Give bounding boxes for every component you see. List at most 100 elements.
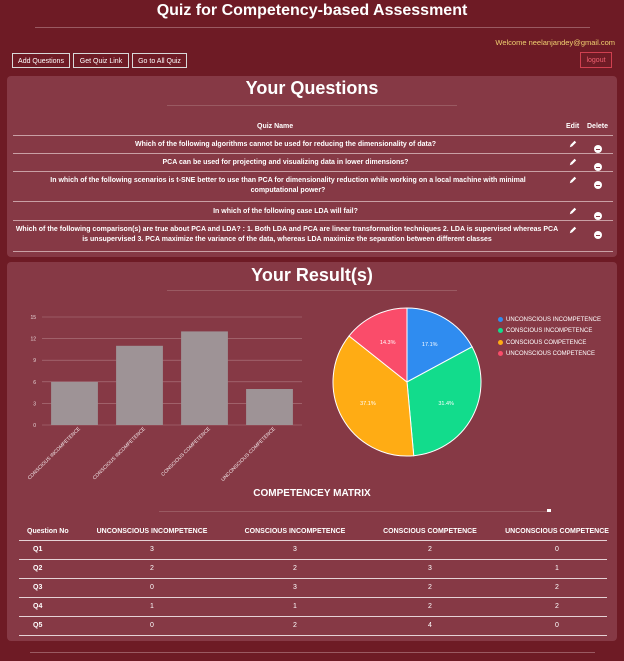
welcome-text: Welcome neelanjandey@gmail.com (495, 38, 615, 47)
matrix-column-header: CONSCIOUS INCOMPETENCE (244, 528, 346, 535)
y-tick-label: 3 (33, 401, 36, 407)
legend-label: UNCONSCIOUS INCOMPETENCE (506, 317, 602, 324)
legend-item[interactable]: CONSCIOUS INCOMPETENCE (498, 328, 592, 334)
matrix-cell: 1 (150, 603, 154, 610)
x-tick-label: UNCONSCIOUS COMPETENCE (220, 426, 277, 482)
question-text: Which of the following algorithms cannot… (134, 141, 436, 148)
matrix-cell: 1 (293, 603, 297, 610)
matrix-cell: 2 (293, 565, 297, 572)
matrix-title: COMPETENCEY MATRIX (253, 488, 371, 499)
y-tick-label: 0 (33, 423, 36, 429)
questions-title-divider (167, 105, 457, 106)
matrix-cell: 3 (293, 584, 297, 591)
legend-swatch (498, 351, 503, 356)
matrix-row-divider (19, 597, 607, 598)
bar[interactable] (181, 331, 228, 425)
y-tick-label: 6 (33, 380, 36, 386)
matrix-row-divider (19, 635, 607, 636)
results-section-title: Your Result(s) (251, 265, 373, 285)
matrix-cell: 2 (555, 584, 559, 591)
legend-item[interactable]: UNCONSCIOUS COMPETENCE (498, 351, 595, 357)
results-title-divider (167, 290, 457, 291)
edit-icon[interactable] (569, 140, 577, 148)
matrix-divider (159, 511, 549, 512)
table-row: In which of the following scenarios is t… (13, 171, 613, 202)
table-row: In which of the following case LDA will … (13, 201, 613, 221)
pie-chart: 17.1% 31.4% 37.1% 14.3% (332, 307, 482, 457)
question-text: In which of the following scenarios is t… (50, 177, 526, 194)
delete-icon[interactable] (594, 145, 602, 153)
delete-icon[interactable] (594, 163, 602, 171)
legend-item[interactable]: CONSCIOUS COMPETENCE (498, 340, 586, 346)
matrix-row-divider (19, 616, 607, 617)
go-to-all-quiz-button[interactable]: Go to All Quiz (132, 53, 187, 68)
matrix-row-divider (19, 540, 607, 541)
edit-icon[interactable] (569, 226, 577, 234)
pie-value-label: 37.1% (360, 401, 376, 407)
matrix-cell: 1 (555, 565, 559, 572)
footer-divider (30, 652, 595, 653)
matrix-cell: 0 (555, 546, 559, 553)
legend-swatch (498, 317, 503, 322)
matrix-cell: 0 (150, 622, 154, 629)
pie-value-label: 31.4% (438, 401, 454, 407)
matrix-cell: 4 (428, 622, 432, 629)
legend-label: CONSCIOUS INCOMPETENCE (506, 328, 593, 335)
question-text: PCA can be used for projecting and visua… (162, 159, 409, 166)
matrix-cell: 3 (293, 546, 297, 553)
column-header-delete: Delete (587, 123, 609, 130)
matrix-column-header: UNCONSCIOUS INCOMPETENCE (96, 528, 208, 535)
matrix-cell: 2 (555, 603, 559, 610)
bar[interactable] (116, 345, 163, 425)
add-questions-button[interactable]: Add Questions (12, 53, 70, 68)
matrix-cell: 2 (428, 546, 432, 553)
matrix-cell: 2 (428, 603, 432, 610)
x-tick-label: CONSCIOUS COMPETENCE (160, 426, 212, 478)
edit-icon[interactable] (569, 158, 577, 166)
matrix-cell: 2 (293, 622, 297, 629)
column-header-quiz-name: Quiz Name (257, 123, 294, 130)
legend-swatch (498, 328, 503, 333)
pie-value-label: 17.1% (422, 342, 438, 348)
logout-button[interactable]: logout (580, 52, 612, 68)
header-divider (35, 27, 590, 28)
matrix-row-divider (19, 578, 607, 579)
edit-icon[interactable] (569, 207, 577, 215)
edit-icon[interactable] (569, 176, 577, 184)
question-text: Which of the following comparison(s) are… (15, 226, 559, 243)
results-card: Your Result(s) 0 3 6 9 12 15 CONSCIOUS INCOMPE… (7, 262, 617, 641)
table-row: Which of the following algorithms cannot… (13, 135, 613, 154)
bar[interactable] (246, 389, 293, 425)
matrix-cell: 3 (428, 565, 432, 572)
delete-icon[interactable] (594, 212, 602, 220)
legend-swatch (498, 340, 503, 345)
questions-card: Your Questions Quiz Name Edit Delete Whi… (7, 76, 617, 257)
legend-item[interactable]: UNCONSCIOUS INCOMPETENCE (498, 317, 601, 323)
delete-icon[interactable] (594, 231, 602, 239)
matrix-cell: 0 (150, 584, 154, 591)
y-tick-label: 12 (30, 337, 36, 343)
x-tick-label: CONSCIOUS INCOMPETENCE (92, 426, 148, 482)
bar-chart: 03691215CONSCIOUS INCOMPETENCE CONSCIOUS … (27, 315, 302, 482)
matrix-cell: 2 (428, 584, 432, 591)
column-header-edit: Edit (566, 123, 580, 130)
delete-icon[interactable] (594, 181, 602, 189)
questions-section-title: Your Questions (245, 78, 379, 98)
matrix-cell: 2 (150, 565, 154, 572)
matrix-column-header: Question No (27, 528, 69, 535)
matrix-marker (547, 509, 551, 512)
matrix-column-header: UNCONSCIOUS COMPETENCE (505, 528, 609, 535)
bar[interactable] (51, 381, 98, 425)
matrix-cell: 3 (150, 546, 154, 553)
legend-label: UNCONSCIOUS COMPETENCE (506, 351, 596, 358)
matrix-cell: 0 (555, 622, 559, 629)
legend-label: CONSCIOUS COMPETENCE (506, 340, 587, 347)
page-title: Quiz for Competency-based Assessment (156, 2, 468, 19)
table-row: PCA can be used for projecting and visua… (13, 153, 613, 172)
get-quiz-link-button[interactable]: Get Quiz Link (73, 53, 129, 68)
question-text: In which of the following case LDA will … (213, 208, 358, 215)
y-tick-label: 15 (30, 315, 36, 321)
matrix-column-header: CONSCIOUS COMPETENCE (383, 528, 477, 535)
x-tick-label: CONSCIOUS INCOMPETENCE (27, 426, 83, 482)
pie-value-label: 14.3% (380, 340, 396, 346)
